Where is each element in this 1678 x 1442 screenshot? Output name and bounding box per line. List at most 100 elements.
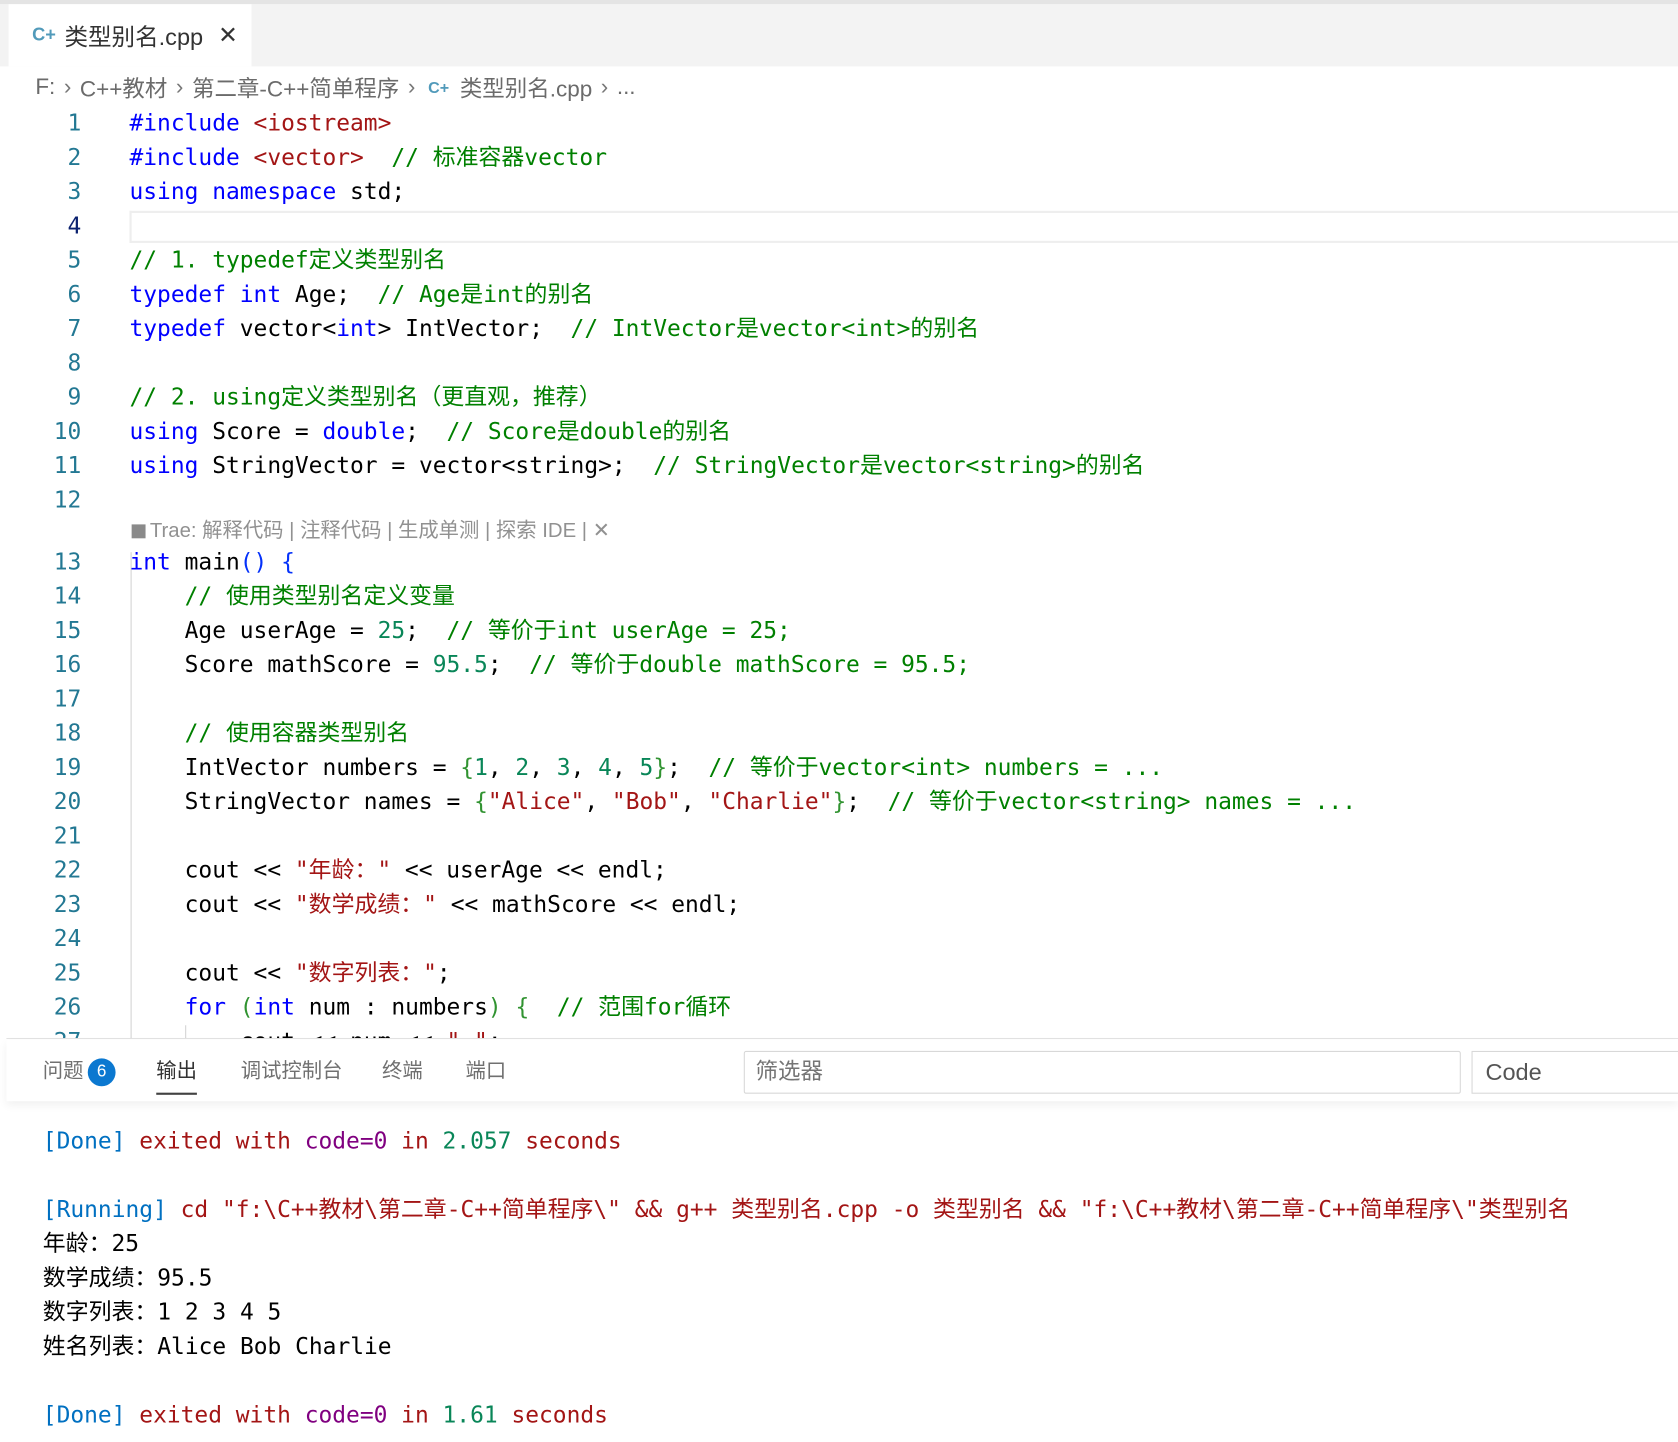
output-token: cd "f:\C++教材\第二章-C++简单程序\" && g++ 类型别名.c… (166, 1196, 1571, 1224)
breadcrumb-folder[interactable]: C++教材 (80, 72, 167, 104)
string-token: "数学成绩：" (294, 891, 437, 919)
keyword-token: int (239, 281, 282, 309)
code-line[interactable]: 8 (0, 347, 1678, 381)
code-text: StringVector names = (129, 788, 475, 816)
cpp-file-icon: C+ (428, 78, 450, 97)
line-number: 12 (53, 486, 82, 514)
code-text: std; (336, 178, 406, 206)
line-content: typedef int Age; // Age是int的别名 (129, 278, 593, 312)
code-text: ; (667, 754, 709, 782)
code-line[interactable]: 14 // 使用类型别名定义变量 (0, 580, 1678, 614)
trae-icon (131, 524, 146, 539)
output-token: exited with (125, 1127, 305, 1155)
string-token: "年龄：" (294, 857, 392, 884)
output-token: seconds (497, 1401, 608, 1429)
code-line[interactable]: 23 cout << "数学成绩：" << mathScore << endl; (0, 888, 1678, 922)
breadcrumb-symbol[interactable]: ... (617, 75, 636, 101)
tab-filename: 类型别名.cpp (64, 23, 204, 51)
comment-token: // 等价于double mathScore = 95.5; (529, 651, 971, 679)
code-line[interactable]: 2 #include <vector> // 标准容器vector (0, 141, 1678, 175)
code-line[interactable]: 5 // 1. typedef定义类型别名 (0, 244, 1678, 278)
tab-ports[interactable]: 端口 (466, 1056, 507, 1088)
bracket-token: () (239, 549, 268, 576)
code-line[interactable]: 10 using Score = double; // Score是double的… (0, 415, 1678, 449)
code-line[interactable]: 16 Score mathScore = 95.5; // 等价于double … (0, 649, 1678, 683)
line-content: Age userAge = 25; // 等价于int userAge = 25… (129, 614, 791, 648)
line-number: 8 (67, 349, 82, 377)
output-channel-select[interactable]: Code (1471, 1050, 1678, 1094)
code-line[interactable]: 13 int main() { (0, 546, 1678, 580)
code-text: , (529, 754, 557, 782)
breadcrumb-file[interactable]: 类型别名.cpp (460, 72, 592, 104)
close-icon[interactable]: ✕ (593, 520, 610, 542)
code-line[interactable]: 25 cout << "数字列表："; (0, 957, 1678, 991)
line-number: 26 (53, 994, 82, 1021)
code-line[interactable]: 6 typedef int Age; // Age是int的别名 (0, 278, 1678, 312)
code-line[interactable]: 9 // 2. using定义类型别名（更直观，推荐） (0, 381, 1678, 415)
code-text: ; (846, 788, 888, 816)
tab-close-icon[interactable]: ✕ (218, 21, 238, 49)
code-line[interactable]: 7 typedef vector<int> IntVector; // IntVe… (0, 312, 1678, 346)
code-line[interactable]: 27 cout << num << " "; (0, 1025, 1678, 1038)
bracket-token: { (281, 549, 295, 576)
code-line[interactable]: 3 using namespace std; (0, 176, 1678, 210)
comment-token: // 标准容器vector (391, 144, 608, 172)
line-content: // 2. using定义类型别名（更直观，推荐） (129, 381, 601, 415)
code-text: cout << (129, 857, 295, 884)
string-token: "Bob" (611, 788, 681, 816)
editor-tab-active[interactable]: C+ 类型别名.cpp ✕ (8, 4, 252, 67)
bracket-token: } (832, 788, 847, 816)
code-text: , (680, 788, 709, 816)
output-token: [Done] (42, 1127, 126, 1155)
code-line[interactable]: 4 (0, 210, 1678, 244)
codelens-trae[interactable]: Trae: 解释代码 | 注释代码 | 生成单测 | 探索 IDE | ✕ (131, 518, 610, 546)
code-line[interactable]: 22 cout << "年龄：" << userAge << endl; (0, 854, 1678, 888)
line-content: int main() { (129, 546, 294, 580)
string-token: <iostream> (253, 110, 392, 137)
code-line[interactable]: 19 IntVector numbers = {1, 2, 3, 4, 5}; … (0, 751, 1678, 785)
code-line[interactable]: 11 using StringVector = vector<string>; /… (0, 449, 1678, 483)
breadcrumb-folder[interactable]: 第二章-C++简单程序 (192, 72, 399, 104)
code-line[interactable]: 1 #include <iostream> (0, 107, 1678, 141)
code-text: , (570, 754, 599, 782)
tab-output[interactable]: 输出 (156, 1056, 197, 1095)
filter-input[interactable] (743, 1050, 1461, 1094)
bracket-token: ) (487, 994, 502, 1021)
line-content: StringVector names = {"Alice", "Bob", "C… (129, 786, 1356, 820)
editor-tab-bar: C+ 类型别名.cpp ✕ (0, 4, 1678, 67)
chevron-right-icon: › (175, 74, 184, 100)
code-text: StringVector = vector<string>; (198, 452, 654, 480)
comment-token: // StringVector是vector<string>的别名 (653, 452, 1145, 480)
code-editor[interactable]: Trae: 解释代码 | 注释代码 | 生成单测 | 探索 IDE | ✕ 1 #… (0, 107, 1678, 1039)
code-line[interactable]: 15 Age userAge = 25; // 等价于int userAge =… (0, 614, 1678, 648)
tab-terminal[interactable]: 终端 (382, 1056, 423, 1088)
code-line[interactable]: 26 for (int num : numbers) { // 范围for循环 (0, 991, 1678, 1025)
bracket-token: } (653, 754, 668, 782)
code-line[interactable]: 18 // 使用容器类型别名 (0, 717, 1678, 751)
bracket-token: ( (239, 994, 254, 1021)
keyword-token: using (129, 452, 199, 480)
line-number: 18 (53, 720, 82, 747)
keyword-token: typedef (129, 315, 226, 343)
string-token: "Alice" (487, 788, 585, 816)
code-line[interactable]: 17 (0, 683, 1678, 717)
line-number: 4 (67, 212, 82, 240)
code-line[interactable]: 20 StringVector names = {"Alice", "Bob",… (0, 786, 1678, 820)
breadcrumb-drive[interactable]: F: (35, 75, 55, 101)
code-text: , (487, 754, 516, 782)
keyword-token: int (336, 315, 378, 343)
tab-problems[interactable]: 问题 6 (43, 1056, 116, 1088)
codelens-actions[interactable]: Trae: 解释代码 | 注释代码 | 生成单测 | 探索 IDE | (150, 520, 593, 542)
code-line[interactable]: 24 (0, 923, 1678, 957)
output-token: in (387, 1401, 443, 1429)
tab-debug-console[interactable]: 调试控制台 (241, 1056, 343, 1088)
keyword-token: using (129, 178, 199, 206)
code-line[interactable]: 12 (0, 484, 1678, 518)
keyword-token: #include (129, 144, 240, 172)
number-token: 1 (474, 754, 488, 782)
code-line[interactable]: 21 (0, 820, 1678, 854)
